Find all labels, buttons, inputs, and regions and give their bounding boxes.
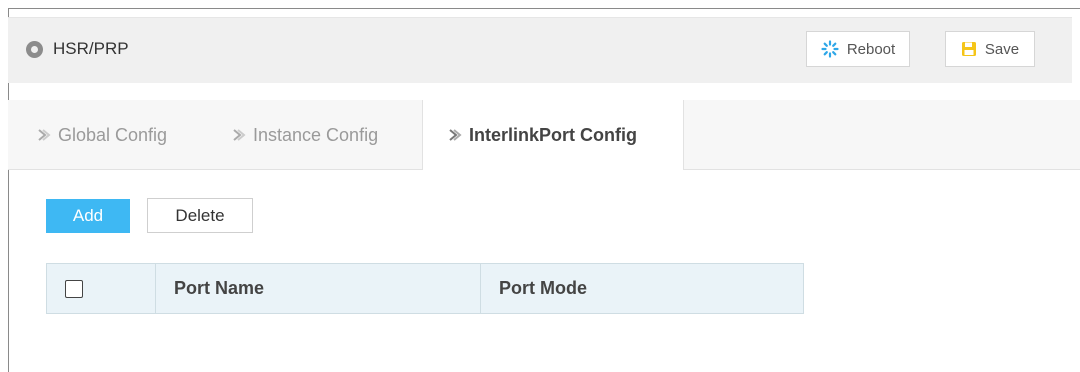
select-all-checkbox[interactable]	[65, 279, 83, 298]
save-label: Save	[984, 40, 1020, 58]
tab-interlinkport-config[interactable]: InterlinkPort Config	[422, 100, 684, 171]
column-header-port-name[interactable]: Port Name	[156, 264, 481, 313]
tab-label: Global Config	[58, 124, 168, 145]
column-header-port-mode[interactable]: Port Mode	[481, 264, 803, 313]
floppy-disk-icon	[961, 42, 976, 56]
interlink-port-table: Port Name Port Mode	[46, 263, 804, 314]
tab-label: Instance Config	[253, 124, 379, 145]
chevron-right-icon	[448, 128, 462, 142]
reboot-button[interactable]: Reboot	[806, 31, 910, 67]
page-title: HSR/PRP	[26, 39, 129, 59]
add-button[interactable]: Add	[46, 199, 130, 233]
tab-label: InterlinkPort Config	[469, 124, 637, 145]
chevron-right-icon	[232, 128, 246, 142]
tab-bar: Global Config Instance Config InterlinkP…	[8, 100, 1080, 171]
delete-button[interactable]: Delete	[147, 198, 253, 233]
spinner-icon	[821, 40, 839, 58]
select-all-header	[47, 264, 156, 313]
page-header: HSR/PRP Reboot Save	[8, 17, 1072, 83]
chevron-right-icon	[37, 128, 51, 142]
save-button[interactable]: Save	[945, 31, 1035, 67]
location-pin-icon	[26, 40, 43, 58]
tab-global-config[interactable]: Global Config	[37, 100, 167, 170]
reboot-label: Reboot	[846, 40, 896, 58]
tab-instance-config[interactable]: Instance Config	[232, 100, 378, 170]
page-title-text: HSR/PRP	[53, 39, 129, 58]
